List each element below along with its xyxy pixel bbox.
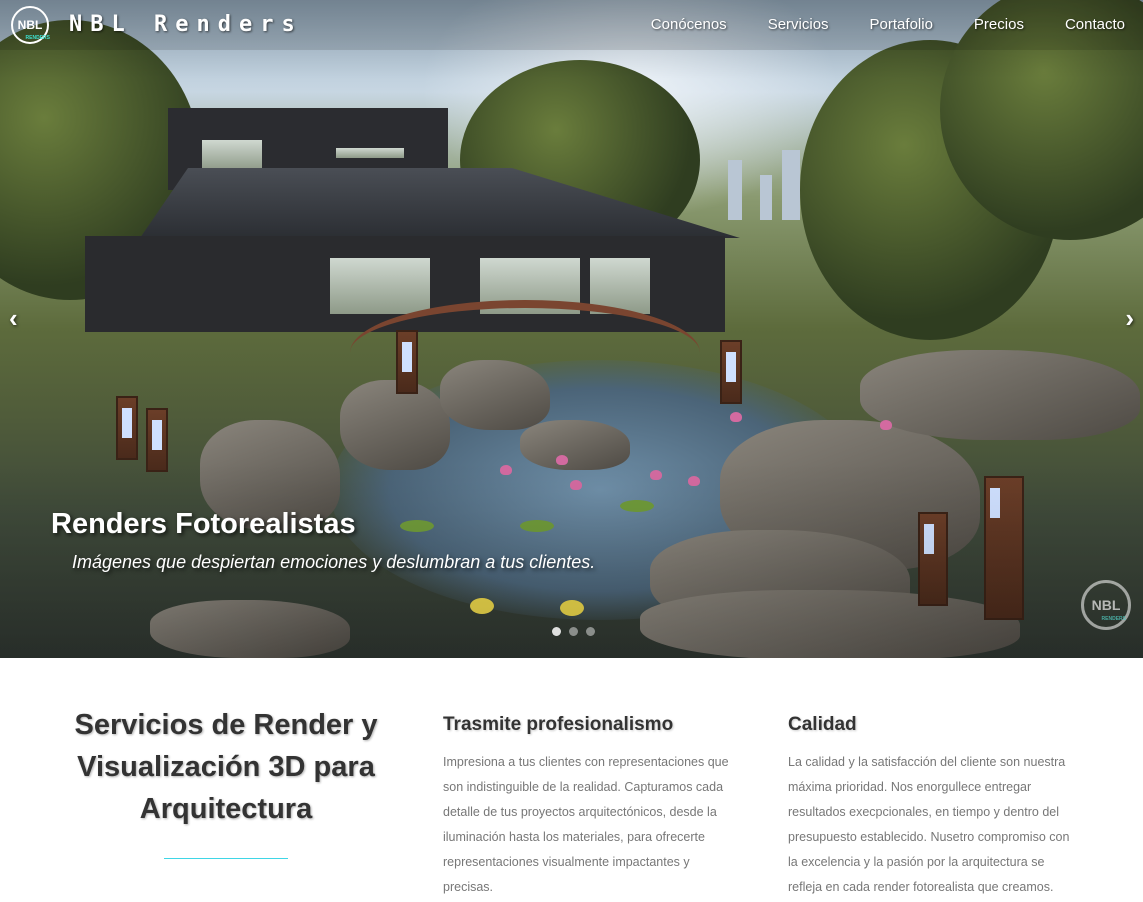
hero-carousel: NBL RENDERS NBL Renders Conócenos Servic… bbox=[0, 0, 1143, 658]
feature-title: Trasmite profesionalismo bbox=[443, 714, 674, 735]
brand-name[interactable]: NBL Renders bbox=[69, 12, 303, 37]
feature-text: La calidad y la satisfacción del cliente… bbox=[788, 755, 1070, 894]
feature-column-profesionalismo: Trasmite profesionalismo Impresiona a tu… bbox=[443, 714, 733, 900]
nav-link-precios[interactable]: Precios bbox=[974, 16, 1024, 33]
feature-title: Calidad bbox=[788, 714, 857, 735]
watermark-sub-text: RENDERS bbox=[1101, 616, 1126, 622]
feature-text: Impresiona a tus clientes con representa… bbox=[443, 755, 729, 894]
feature-column-calidad: Calidad La calidad y la satisfacción del… bbox=[788, 714, 1078, 900]
nav-link-contacto[interactable]: Contacto bbox=[1065, 16, 1125, 33]
nav-link-servicios[interactable]: Servicios bbox=[768, 16, 829, 33]
nbl-logo-icon[interactable]: NBL RENDERS bbox=[11, 6, 50, 44]
carousel-dot-2[interactable] bbox=[569, 627, 578, 636]
top-navbar: NBL RENDERS NBL Renders Conócenos Servic… bbox=[0, 0, 1143, 50]
nav-link-conocenos[interactable]: Conócenos bbox=[651, 16, 727, 33]
carousel-prev-icon[interactable]: ‹ bbox=[9, 303, 18, 334]
carousel-next-icon[interactable]: › bbox=[1125, 303, 1134, 334]
slide-subtitle: Imágenes que despiertan emociones y desl… bbox=[72, 552, 596, 572]
slide-title: Renders Fotorealistas bbox=[51, 508, 356, 540]
services-section: Servicios de Render y Visualización 3D p… bbox=[0, 658, 1143, 902]
logo-sub-text: RENDERS bbox=[25, 35, 50, 41]
heading-divider bbox=[164, 858, 288, 859]
carousel-dot-3[interactable] bbox=[586, 627, 595, 636]
carousel-dot-1[interactable] bbox=[552, 627, 561, 636]
services-heading: Servicios de Render y Visualización 3D p… bbox=[74, 709, 378, 825]
nav-link-portafolio[interactable]: Portafolio bbox=[870, 16, 933, 33]
nav-menu: Conócenos Servicios Portafolio Precios C… bbox=[651, 16, 1125, 33]
nbl-watermark-icon: NBL RENDERS bbox=[1081, 580, 1131, 630]
carousel-indicators bbox=[552, 627, 595, 636]
